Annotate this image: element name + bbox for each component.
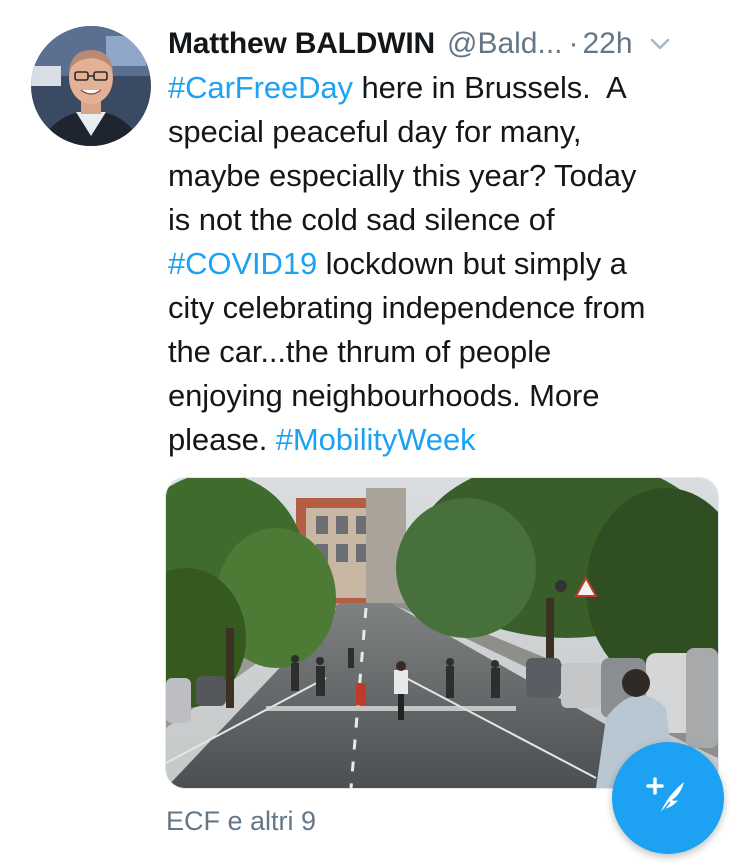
tweet-text-segment: lockdown but simply a: [317, 246, 627, 281]
tweet-text-line: is not the cold sad silence of: [168, 198, 728, 242]
timestamp[interactable]: 22h: [583, 27, 633, 61]
tweet-photo[interactable]: [165, 477, 719, 789]
tweet-text-line: city celebrating independence from: [168, 286, 728, 330]
tweet-text-line: maybe especially this year? Today: [168, 154, 728, 198]
tweet-header: Matthew BALDWIN @Bald... · 22h: [168, 22, 728, 66]
tweet-text-segment: please.: [168, 422, 276, 457]
avatar[interactable]: [31, 26, 151, 146]
tweet-text-segment: special peaceful day for many,: [168, 114, 582, 149]
tweet-text-line: #COVID19 lockdown but simply a: [168, 242, 728, 286]
tweet-text-segment: here in Brussels. A: [352, 70, 627, 105]
compose-tweet-icon: [640, 768, 696, 829]
hashtag-link[interactable]: #COVID19: [168, 246, 317, 281]
tweet-text-segment: the car...the thrum of people: [168, 334, 552, 369]
tweet-text-line: enjoying neighbourhoods. More: [168, 374, 728, 418]
author-name[interactable]: Matthew BALDWIN: [168, 27, 435, 61]
tweet-text: #CarFreeDay here in Brussels. A special p…: [168, 66, 728, 462]
tweet-text-segment: enjoying neighbourhoods. More: [168, 378, 600, 413]
tweet-text-segment: maybe especially this year? Today: [168, 158, 637, 193]
separator-dot: ·: [568, 27, 579, 60]
hashtag-link[interactable]: #CarFreeDay: [168, 70, 353, 105]
tweet-text-line: the car...the thrum of people: [168, 330, 728, 374]
tweet-text-segment: is not the cold sad silence of: [168, 202, 555, 237]
chevron-down-icon[interactable]: [647, 31, 673, 57]
author-handle[interactable]: @Bald...: [447, 27, 563, 61]
compose-tweet-button[interactable]: [612, 742, 724, 854]
tweet-text-line: special peaceful day for many,: [168, 110, 728, 154]
tweet-card[interactable]: Matthew BALDWIN @Bald... · 22h #CarFreeD…: [0, 0, 750, 863]
liked-by-text[interactable]: ECF e altri 9: [166, 806, 316, 837]
tweet-text-line: please. #MobilityWeek: [168, 418, 728, 462]
hashtag-link[interactable]: #MobilityWeek: [276, 422, 476, 457]
tweet-text-line: #CarFreeDay here in Brussels. A: [168, 66, 728, 110]
tweet-text-segment: city celebrating independence from: [168, 290, 646, 325]
